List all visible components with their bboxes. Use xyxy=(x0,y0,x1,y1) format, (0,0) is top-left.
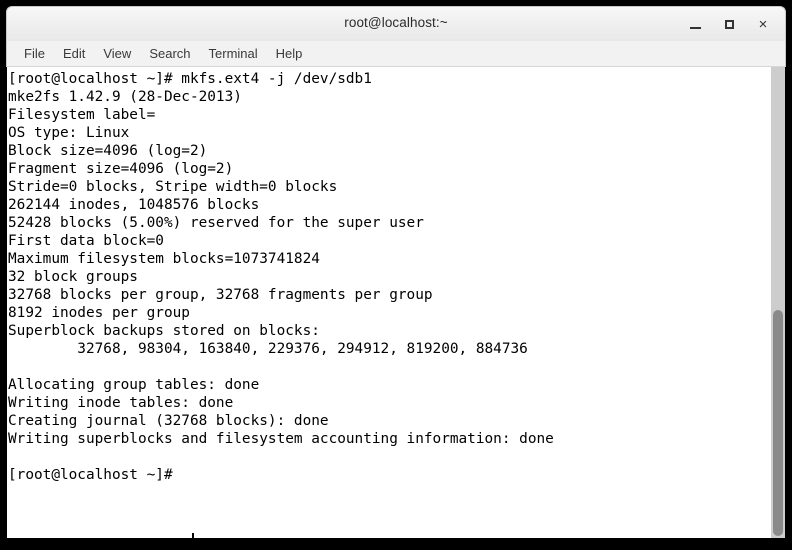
close-icon: × xyxy=(758,15,768,33)
menu-item-view[interactable]: View xyxy=(94,44,140,63)
menu-bar: File Edit View Search Terminal Help xyxy=(6,41,786,67)
close-button[interactable]: × xyxy=(752,13,774,35)
title-bar[interactable]: root@localhost:~ × xyxy=(6,6,786,41)
menu-item-terminal[interactable]: Terminal xyxy=(200,44,267,63)
maximize-button[interactable] xyxy=(718,13,740,35)
menu-item-help[interactable]: Help xyxy=(267,44,312,63)
terminal-cursor xyxy=(192,533,194,538)
terminal-scrollbar[interactable] xyxy=(771,67,785,538)
scrollbar-thumb[interactable] xyxy=(773,310,783,536)
menu-item-edit[interactable]: Edit xyxy=(54,44,94,63)
terminal-text: [root@localhost ~]# mkfs.ext4 -j /dev/sd… xyxy=(8,71,554,483)
window-title: root@localhost:~ xyxy=(344,15,448,30)
minimize-button[interactable] xyxy=(684,13,706,35)
terminal-output-area[interactable]: [root@localhost ~]# mkfs.ext4 -j /dev/sd… xyxy=(7,67,785,538)
terminal-window: root@localhost:~ × File Edit View Search… xyxy=(0,0,792,550)
minimize-icon xyxy=(689,27,701,29)
maximize-icon xyxy=(724,19,734,29)
menu-item-search[interactable]: Search xyxy=(140,44,199,63)
menu-item-file[interactable]: File xyxy=(15,44,54,63)
